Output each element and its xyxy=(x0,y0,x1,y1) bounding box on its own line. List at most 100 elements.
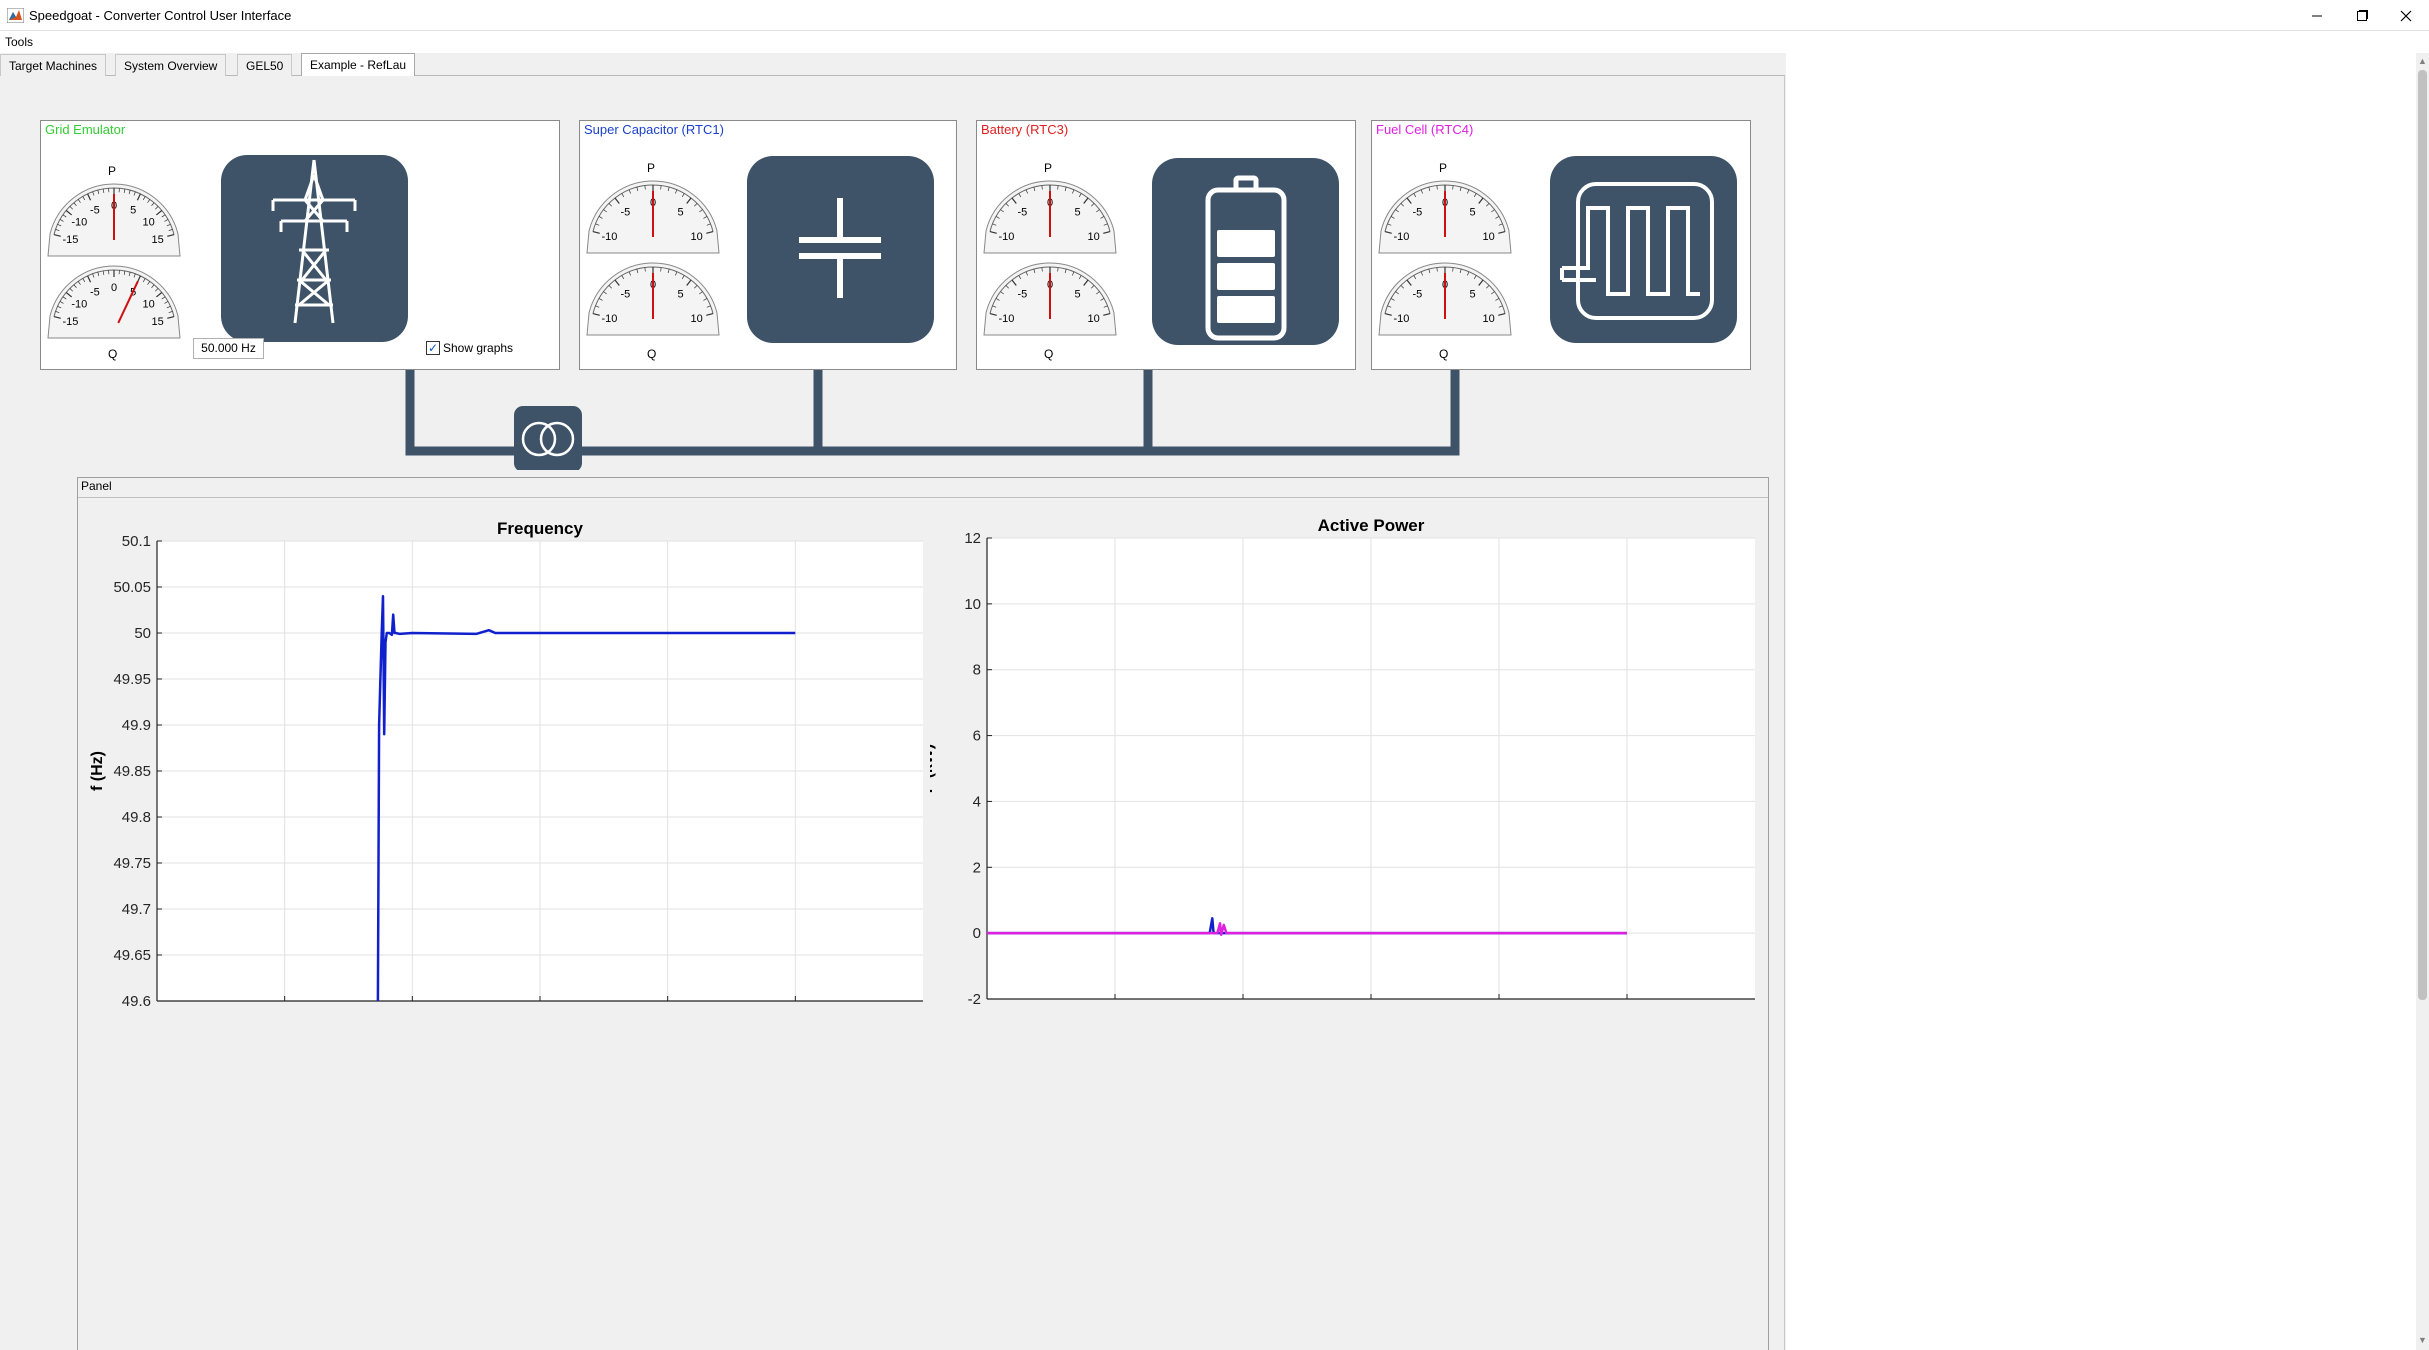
gauge-tick-label: -5 xyxy=(1413,288,1423,300)
battery-icon[interactable] xyxy=(1152,158,1339,345)
graph-panel-divider xyxy=(78,497,1768,498)
p-gauge-label: P xyxy=(1439,161,1448,175)
gauge-tick-label: -5 xyxy=(621,288,631,300)
scroll-down-arrow-icon[interactable]: ▼ xyxy=(2417,1335,2428,1347)
gauge-tick-label: 10 xyxy=(1087,313,1099,325)
supercap-p-gauge: -10-50510 xyxy=(586,180,720,254)
grid-emulator-title: Grid Emulator xyxy=(44,122,127,137)
frequency-chart[interactable]: 50.1 50.05 50 49.95 49.9 49.85 49.8 49.75 49.7 49… xyxy=(80,508,940,1028)
gauge-tick-label: -5 xyxy=(1018,206,1028,218)
supercap-q-gauge: -10-50510 xyxy=(586,262,720,336)
gauge-tick-label: 10 xyxy=(143,298,155,310)
y-tick-label: 50.05 xyxy=(113,579,151,596)
battery-panel: Battery (RTC3) P -10-50510 -10-50510 Q xyxy=(976,120,1356,370)
gauge-tick-label: 5 xyxy=(678,288,684,300)
grid-q-gauge: -15-10-5051015 xyxy=(47,265,181,339)
gauge-tick-label: -5 xyxy=(90,204,100,216)
y-tick-label: 50 xyxy=(134,625,151,642)
gauge-tick-label: 5 xyxy=(130,204,136,216)
power-tower-icon[interactable] xyxy=(221,155,408,342)
gauge-tick-label: -5 xyxy=(1413,206,1423,218)
y-tick-label: 49.75 xyxy=(113,855,151,872)
super-capacitor-title: Super Capacitor (RTC1) xyxy=(583,122,725,137)
active-power-chart[interactable]: 12 10 8 6 4 2 0 -2 Active Power P (kW) xyxy=(930,508,1765,1028)
y-tick-label: 12 xyxy=(964,530,981,547)
gauge-tick-label: -10 xyxy=(998,313,1014,325)
gauge-tick-label: 5 xyxy=(1470,206,1476,218)
close-button[interactable] xyxy=(2376,0,2429,31)
y-tick-label: 50.1 xyxy=(122,533,151,550)
battery-q-gauge: -10-50510 xyxy=(983,262,1117,336)
show-graphs-label: Show graphs xyxy=(443,341,514,355)
p-gauge-label: P xyxy=(647,161,656,175)
super-capacitor-panel: Super Capacitor (RTC1) P -10-50510 -10-5… xyxy=(579,120,957,370)
minimize-icon xyxy=(2312,15,2322,16)
scrollbar-thumb[interactable] xyxy=(2418,70,2427,1000)
graph-panel-title: Panel xyxy=(81,479,112,493)
y-tick-label: 49.65 xyxy=(113,947,151,964)
gauge-tick-label: 15 xyxy=(151,316,163,328)
battery-p-gauge: -10-50510 xyxy=(983,180,1117,254)
fuelcell-p-gauge: -10-50510 xyxy=(1378,180,1512,254)
fuelcell-q-gauge: -10-50510 xyxy=(1378,262,1512,336)
fuel-cell-icon[interactable] xyxy=(1550,156,1737,343)
y-tick-label: 6 xyxy=(973,728,981,745)
y-tick-label: 49.6 xyxy=(122,993,151,1010)
gauge-tick-label: 10 xyxy=(143,216,155,228)
gauge-tick-label: 10 xyxy=(1087,231,1099,243)
y-tick-label: 2 xyxy=(973,859,981,876)
y-tick-label: 0 xyxy=(973,925,981,942)
y-tick-label: 49.9 xyxy=(122,717,151,734)
gauge-tick-label: -5 xyxy=(90,286,100,298)
transformer-icon xyxy=(514,406,582,470)
gauge-tick-label: -10 xyxy=(71,216,87,228)
show-graphs-checkbox[interactable]: ✓ Show graphs xyxy=(426,341,513,355)
gauge-tick-label: -5 xyxy=(1018,288,1028,300)
gauge-tick-label: 5 xyxy=(1075,206,1081,218)
gauge-tick-label: -5 xyxy=(621,206,631,218)
frequency-field[interactable]: 50.000 Hz xyxy=(193,338,264,359)
gauge-tick-label: -10 xyxy=(71,298,87,310)
grid-p-gauge: -15-10-5051015 xyxy=(47,183,181,257)
q-gauge-label: Q xyxy=(1044,347,1054,361)
q-gauge-label: Q xyxy=(108,347,118,361)
y-tick-label: 4 xyxy=(973,793,981,810)
y-tick-label: 8 xyxy=(973,662,981,679)
capacitor-icon[interactable] xyxy=(747,156,934,343)
fuel-cell-title: Fuel Cell (RTC4) xyxy=(1375,122,1475,137)
gauge-tick-label: -10 xyxy=(998,231,1014,243)
gauge-tick-label: 10 xyxy=(1482,231,1494,243)
close-icon xyxy=(2400,10,2412,21)
checkbox-check-icon[interactable]: ✓ xyxy=(426,341,440,355)
gauge-tick-label: 15 xyxy=(151,234,163,246)
y-tick-label: 10 xyxy=(964,596,981,613)
y-tick-label: 49.8 xyxy=(122,809,151,826)
battery-title: Battery (RTC3) xyxy=(980,122,1070,137)
fuel-cell-panel: Fuel Cell (RTC4) P -10-50510 -10-50510 Q xyxy=(1371,120,1751,370)
gauge-tick-label: 5 xyxy=(1470,288,1476,300)
y-tick-label: 49.95 xyxy=(113,671,151,688)
chart-title: Frequency xyxy=(497,519,584,538)
grid-emulator-panel: Grid Emulator P -15-10-5051015 -15-10-50… xyxy=(40,120,560,370)
chart-title: Active Power xyxy=(1318,516,1425,535)
q-gauge-label: Q xyxy=(647,347,657,361)
maximize-icon xyxy=(2357,9,2368,21)
scroll-up-arrow-icon[interactable]: ▲ xyxy=(2417,56,2428,68)
gauge-tick-label: -10 xyxy=(601,231,617,243)
gauge-tick-label: 5 xyxy=(1075,288,1081,300)
gauge-tick-label: -10 xyxy=(1393,313,1409,325)
y-axis-label: P (kW) xyxy=(930,744,936,793)
p-gauge-label: P xyxy=(108,164,117,178)
p-gauge-label: P xyxy=(1044,161,1053,175)
gauge-tick-label: -15 xyxy=(62,234,78,246)
right-blank-area xyxy=(1786,53,2416,1350)
gauge-tick-label: -10 xyxy=(1393,231,1409,243)
y-tick-label: 49.7 xyxy=(122,901,151,918)
gauge-tick-label: 10 xyxy=(690,313,702,325)
gauge-tick-label: -10 xyxy=(601,313,617,325)
q-gauge-label: Q xyxy=(1439,347,1449,361)
gauge-tick-label: -15 xyxy=(62,316,78,328)
gauge-tick-label: 0 xyxy=(111,282,117,294)
gauge-tick-label: 5 xyxy=(678,206,684,218)
y-axis-label: f (Hz) xyxy=(89,751,106,791)
